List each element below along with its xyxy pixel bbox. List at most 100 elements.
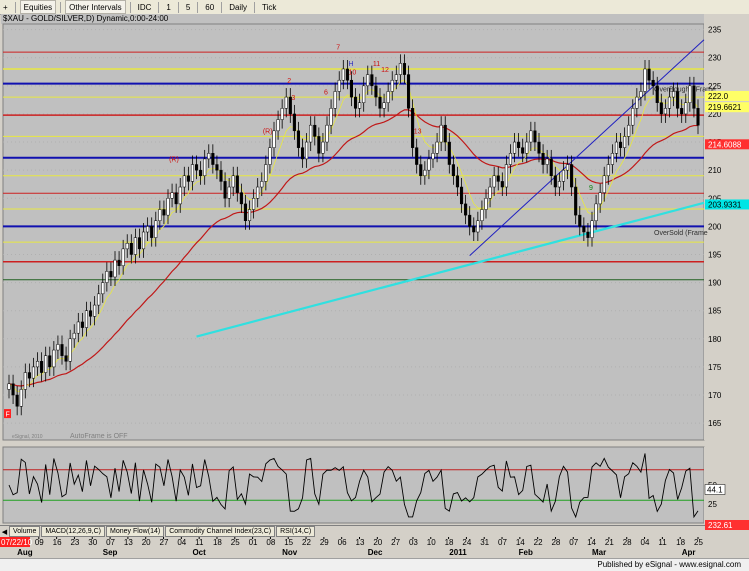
study-tab[interactable]: Volume (9, 526, 41, 537)
chart-canvas[interactable]: 1651701751801851901952002052102152202252… (0, 0, 749, 570)
candle-body (150, 226, 154, 238)
date-tick-label: 01 (249, 538, 258, 547)
date-tick-label: 24 (462, 538, 471, 547)
candle-body (545, 158, 549, 165)
candle-body (451, 164, 455, 177)
candle-body (268, 147, 272, 165)
candle-body (419, 164, 423, 177)
candle-body (374, 85, 378, 98)
date-tick-label: 23 (70, 538, 79, 547)
td-count-label: 2 (287, 78, 291, 85)
candle-body (178, 186, 182, 205)
td-count-label: (R) (263, 129, 273, 136)
candle-body (333, 91, 337, 109)
corner-marker-text: F (6, 412, 10, 419)
price-tick-label: 235 (708, 26, 722, 35)
candle-body (162, 209, 166, 216)
candle-body (7, 383, 11, 390)
date-tick-label: 25 (231, 538, 240, 547)
rsi-tick-label: 25 (708, 500, 717, 509)
candle-body (614, 141, 619, 154)
date-tick-label: 28 (623, 538, 632, 547)
candle-body (484, 198, 488, 210)
month-label: Nov (282, 548, 298, 557)
candle-body (121, 248, 125, 266)
candle-body (639, 91, 643, 98)
first-date-label: 07/22/10 (1, 538, 33, 547)
candle-body (15, 394, 19, 407)
study-tab[interactable]: RSI(14,C) (276, 526, 316, 537)
month-label: Oct (192, 548, 206, 557)
candle-body (362, 85, 366, 103)
candle-body (680, 108, 684, 115)
candle-body (264, 164, 268, 182)
date-tick-label: 18 (676, 538, 685, 547)
price-tick-label: 180 (708, 335, 722, 344)
candle-body (284, 96, 288, 109)
candle-body (565, 164, 570, 171)
candle-body (676, 91, 680, 109)
price-tick-label: 165 (708, 419, 722, 428)
candle-body (488, 186, 492, 199)
study-tab[interactable]: Money Flow(14) (106, 526, 165, 537)
month-label: Sep (103, 548, 118, 557)
candle-body (300, 147, 305, 160)
candle-body (423, 169, 427, 177)
candle-body (166, 198, 170, 216)
autoframe-text: AutoFrame is OFF (70, 433, 128, 440)
candle-body (276, 119, 280, 132)
candle-body (394, 74, 398, 81)
candle-body (578, 214, 582, 227)
level-note: OverSold (Frame (654, 230, 708, 237)
td-count-label: 12 (381, 67, 389, 74)
candle-body (11, 383, 15, 396)
candle-body (549, 158, 553, 177)
candle-body (598, 192, 602, 205)
month-label: 2011 (449, 548, 467, 557)
candle-body (358, 102, 362, 109)
candle-body (40, 361, 44, 373)
candle-body (415, 147, 419, 165)
tabs-left-arrow-icon[interactable]: ◀ (0, 528, 9, 536)
study-tab[interactable]: MACD(12,26,9,C) (41, 526, 105, 537)
candle-body (541, 153, 545, 165)
date-tick-label: 03 (409, 538, 418, 547)
date-tick-label: 07 (569, 538, 578, 547)
candle-body (31, 366, 36, 379)
td-count-label: 9 (589, 185, 593, 192)
date-tick-label: 21 (605, 538, 614, 547)
candle-body (696, 108, 700, 126)
price-label-text: 203.9331 (708, 200, 742, 209)
date-tick-label: 15 (284, 538, 293, 547)
candle-body (305, 141, 309, 160)
candle-body (146, 226, 150, 233)
candle-body (105, 271, 109, 283)
candle-body (68, 338, 72, 362)
study-tab[interactable]: Commodity Channel Index(23,C) (165, 526, 276, 537)
candle-body (537, 141, 541, 154)
price-tick-label: 175 (708, 363, 722, 372)
candle-body (521, 147, 525, 154)
candle-body (472, 226, 476, 233)
price-label-text: 214.6088 (708, 140, 742, 149)
candle-body (76, 321, 80, 334)
candle-body (35, 361, 40, 368)
candle-body (137, 237, 142, 250)
candle-body (553, 175, 557, 188)
candle-body (582, 226, 586, 233)
candle-body (23, 372, 27, 390)
candle-body (366, 74, 370, 87)
candle-body (247, 209, 252, 222)
candle-body (459, 186, 464, 205)
date-tick-label: 31 (480, 538, 489, 547)
candle-body (129, 242, 133, 255)
candle-body (154, 220, 158, 238)
candle-body (504, 164, 508, 188)
price-tick-label: 195 (708, 250, 722, 259)
candle-body (557, 181, 561, 188)
candle-body (476, 220, 480, 233)
candle-body (133, 237, 137, 255)
date-tick-label: 07 (498, 538, 507, 547)
td-count-label: 13 (414, 129, 422, 136)
candle-body (443, 124, 447, 143)
